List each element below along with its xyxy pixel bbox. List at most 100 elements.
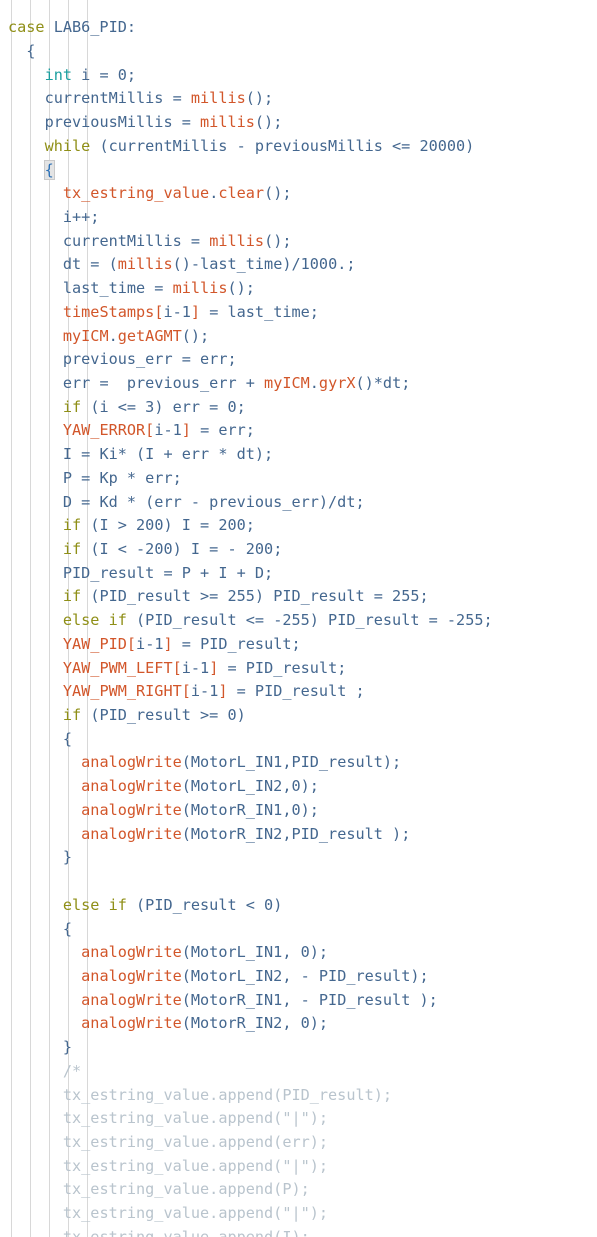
code-line[interactable]: } [8, 846, 493, 870]
code-token: analogWrite [81, 943, 182, 962]
code-editor[interactable]: case LAB6_PID: { int i = 0; currentMilli… [0, 0, 597, 1237]
code-line[interactable]: ​ [8, 870, 493, 894]
code-line[interactable]: tx_estring_value.clear(); [8, 182, 493, 206]
code-line[interactable]: previous_err = err; [8, 348, 493, 372]
code-line[interactable]: PID_result = P + I + D; [8, 562, 493, 586]
code-line[interactable]: myICM.getAGMT(); [8, 325, 493, 349]
code-token: if [62, 516, 82, 535]
code-token: (PID_result >= 0) [81, 706, 246, 725]
code-line[interactable]: tx_estring_value.append(I); [8, 1226, 493, 1237]
code-token: (MotorR_IN1,0); [181, 800, 319, 819]
code-token: (); [227, 279, 255, 298]
code-line[interactable]: dt = (millis()-last_time)/1000.; [8, 253, 493, 277]
code-line[interactable]: currentMillis = millis(); [8, 87, 493, 111]
code-line[interactable]: YAW_PID[i-1] = PID_result; [8, 633, 493, 657]
code-line[interactable]: if (i <= 3) err = 0; [8, 396, 493, 420]
code-token: PID_result = P + I + D; [62, 563, 274, 582]
code-token: int [44, 65, 73, 84]
code-token: { [62, 729, 73, 748]
code-line[interactable]: else if (PID_result < 0) [8, 894, 493, 918]
code-line[interactable]: case LAB6_PID: [8, 16, 493, 40]
code-line[interactable]: previousMillis = millis(); [8, 111, 493, 135]
code-line[interactable]: { [8, 159, 493, 183]
code-token: (MotorR_IN2, 0); [181, 1014, 329, 1033]
code-token: timeStamps [62, 302, 155, 321]
code-line[interactable]: if (PID_result >= 0) [8, 704, 493, 728]
code-line[interactable]: tx_estring_value.append("|"); [8, 1202, 493, 1226]
code-token: i-1 [181, 658, 210, 677]
code-line[interactable]: } [8, 1036, 493, 1060]
code-line[interactable]: analogWrite(MotorR_IN2, 0); [8, 1012, 493, 1036]
code-line[interactable]: tx_estring_value.append("|"); [8, 1155, 493, 1179]
code-line[interactable]: analogWrite(MotorL_IN1, 0); [8, 941, 493, 965]
code-line[interactable]: tx_estring_value.append("|"); [8, 1107, 493, 1131]
code-line[interactable]: D = Kd * (err - previous_err)/dt; [8, 491, 493, 515]
code-token: i-1 [163, 302, 191, 321]
code-line[interactable]: currentMillis = millis(); [8, 230, 493, 254]
code-line[interactable]: tx_estring_value.append(PID_result); [8, 1084, 493, 1108]
code-line[interactable]: analogWrite(MotorR_IN1, - PID_result ); [8, 989, 493, 1013]
code-token: . [108, 326, 118, 345]
code-token: myICM [62, 326, 109, 345]
code-line[interactable]: { [8, 918, 493, 942]
code-line[interactable]: analogWrite(MotorL_IN2, - PID_result); [8, 965, 493, 989]
code-line[interactable]: I = Ki* (I + err * dt); [8, 443, 493, 467]
code-token: ()*dt; [355, 373, 411, 392]
code-token: . [309, 373, 319, 392]
code-token: [ [145, 421, 155, 440]
code-token: tx_estring_value.append(P); [62, 1180, 310, 1199]
code-line[interactable]: err = previous_err + myICM.gyrX()*dt; [8, 372, 493, 396]
code-token: if [62, 587, 82, 606]
code-token: i = 0; [72, 65, 137, 84]
code-token: err = previous_err + [62, 373, 265, 392]
code-token: { [62, 919, 73, 938]
code-line[interactable]: if (PID_result >= 255) PID_result = 255; [8, 585, 493, 609]
code-line[interactable]: P = Kp * err; [8, 467, 493, 491]
code-line[interactable]: analogWrite(MotorL_IN2,0); [8, 775, 493, 799]
code-line[interactable]: { [8, 728, 493, 752]
code-line[interactable]: while (currentMillis - previousMillis <=… [8, 135, 493, 159]
code-token: (PID_result <= -255) PID_result = -255; [126, 611, 493, 630]
code-token: case [8, 18, 54, 37]
code-line[interactable]: YAW_ERROR[i-1] = err; [8, 419, 493, 443]
code-line[interactable]: analogWrite(MotorR_IN1,0); [8, 799, 493, 823]
code-line[interactable]: last_time = millis(); [8, 277, 493, 301]
code-line[interactable]: if (I > 200) I = 200; [8, 514, 493, 538]
code-line[interactable]: tx_estring_value.append(err); [8, 1131, 493, 1155]
code-line[interactable]: i++; [8, 206, 493, 230]
code-token: getAGMT [117, 326, 182, 345]
code-line[interactable]: YAW_PWM_LEFT[i-1] = PID_result; [8, 657, 493, 681]
code-line[interactable]: tx_estring_value.append(P); [8, 1178, 493, 1202]
code-token: previousMillis = [44, 113, 201, 132]
code-line[interactable]: YAW_PWM_RIGHT[i-1] = PID_result ; [8, 680, 493, 704]
code-line[interactable]: else if (PID_result <= -255) PID_result … [8, 609, 493, 633]
code-line[interactable]: if (I < -200) I = - 200; [8, 538, 493, 562]
code-line[interactable]: timeStamps[i-1] = last_time; [8, 301, 493, 325]
code-token: I = Ki* (I + err * dt); [62, 445, 274, 464]
code-block[interactable]: case LAB6_PID: { int i = 0; currentMilli… [8, 16, 493, 1237]
code-token: (MotorL_IN1,PID_result); [181, 753, 402, 772]
code-token: [ [172, 658, 182, 677]
code-token: millis [117, 255, 173, 274]
code-line[interactable]: analogWrite(MotorR_IN2,PID_result ); [8, 823, 493, 847]
code-line[interactable]: analogWrite(MotorL_IN1,PID_result); [8, 751, 493, 775]
code-token: (); [254, 113, 283, 132]
code-token: dt = ( [62, 255, 118, 274]
code-line[interactable]: { [8, 40, 493, 64]
code-line[interactable]: int i = 0; [8, 64, 493, 88]
code-token: = PID_result ; [227, 682, 365, 701]
code-line[interactable]: /* [8, 1060, 493, 1084]
